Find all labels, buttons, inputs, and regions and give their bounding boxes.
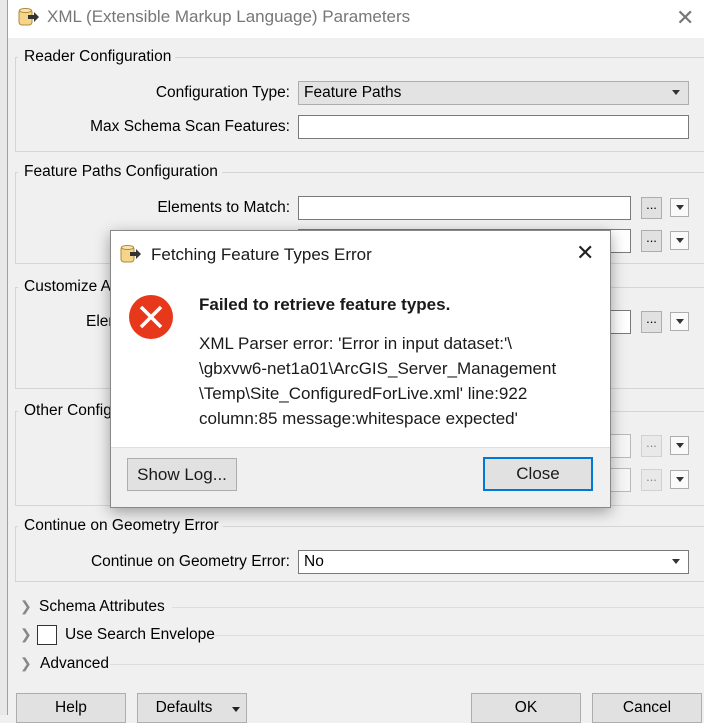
dropdown-button[interactable] xyxy=(670,231,689,250)
dropdown-button[interactable] xyxy=(670,198,689,217)
use-search-envelope-checkbox[interactable] xyxy=(37,625,57,645)
divider xyxy=(172,607,704,608)
dropdown-button[interactable] xyxy=(670,436,689,455)
error-dialog: Fetching Feature Types Error ✕ Failed to… xyxy=(110,230,611,508)
show-log-button[interactable]: Show Log... xyxy=(127,458,237,491)
configuration-type-label: Configuration Type: xyxy=(155,84,290,101)
elements-to-match-label: Elements to Match: xyxy=(157,199,290,216)
error-message: XML Parser error: 'Error in input datase… xyxy=(199,331,556,431)
geometry-error-label: Continue on Geometry Error: xyxy=(90,553,290,570)
max-schema-label: Max Schema Scan Features: xyxy=(90,118,290,135)
error-icon xyxy=(129,295,173,339)
dropdown-arrow-icon xyxy=(672,559,680,564)
use-search-envelope-label: Use Search Envelope xyxy=(65,626,215,643)
fme-reader-icon xyxy=(18,8,39,26)
selected-value: Feature Paths xyxy=(304,84,402,101)
group-title: Feature Paths Configuration xyxy=(18,163,222,181)
chevron-right-icon[interactable]: ❯ xyxy=(20,598,32,615)
background-window xyxy=(0,0,8,715)
message-line: XML Parser error: 'Error in input datase… xyxy=(199,334,512,353)
window-title: XML (Extensible Markup Language) Paramet… xyxy=(47,7,411,26)
group-title: Customize A xyxy=(18,278,116,296)
group-title: Continue on Geometry Error xyxy=(18,517,223,535)
browse-button[interactable]: ... xyxy=(641,230,662,252)
divider xyxy=(110,664,704,665)
message-line: \Temp\Site_ConfiguredForLive.xml' line:9… xyxy=(199,384,528,403)
dialog-title: Fetching Feature Types Error xyxy=(151,245,372,264)
group-title: Reader Configuration xyxy=(18,48,176,66)
dropdown-arrow-icon xyxy=(232,707,240,712)
message-line: column:85 message:whitespace expected' xyxy=(199,409,518,428)
advanced-section[interactable]: Advanced xyxy=(40,655,109,673)
browse-button[interactable]: ... xyxy=(641,435,662,457)
close-icon[interactable]: ✕ xyxy=(576,240,594,266)
error-heading: Failed to retrieve feature types. xyxy=(199,295,451,314)
close-button[interactable]: Close xyxy=(483,457,593,491)
browse-button[interactable]: ... xyxy=(641,197,662,219)
group-title: Other Config xyxy=(18,402,116,420)
defaults-button[interactable]: Defaults xyxy=(137,693,247,723)
cancel-button[interactable]: Cancel xyxy=(592,693,702,723)
help-button[interactable]: Help xyxy=(16,693,126,723)
max-schema-input[interactable] xyxy=(298,115,689,139)
close-icon[interactable]: ✕ xyxy=(676,5,694,31)
message-line: \gbxvw6-net1a01\ArcGIS_Server_Management xyxy=(199,359,557,378)
dropdown-arrow-icon xyxy=(672,90,680,95)
dropdown-button[interactable] xyxy=(670,312,689,331)
chevron-right-icon[interactable]: ❯ xyxy=(20,626,32,643)
defaults-label: Defaults xyxy=(155,699,213,716)
dropdown-button[interactable] xyxy=(670,470,689,489)
elements-to-match-input[interactable] xyxy=(298,196,631,220)
ok-button[interactable]: OK xyxy=(471,693,581,723)
fme-reader-icon xyxy=(120,245,141,263)
selected-value: No xyxy=(304,553,324,570)
chevron-right-icon[interactable]: ❯ xyxy=(20,655,32,672)
dialog-footer: Show Log... Close xyxy=(111,447,610,507)
browse-button[interactable]: ... xyxy=(641,469,662,491)
schema-attributes-section[interactable]: Schema Attributes xyxy=(39,598,165,616)
configuration-type-select[interactable]: Feature Paths xyxy=(298,81,689,105)
geometry-error-select[interactable]: No xyxy=(298,550,689,574)
divider xyxy=(214,635,704,636)
browse-button[interactable]: ... xyxy=(641,311,662,333)
